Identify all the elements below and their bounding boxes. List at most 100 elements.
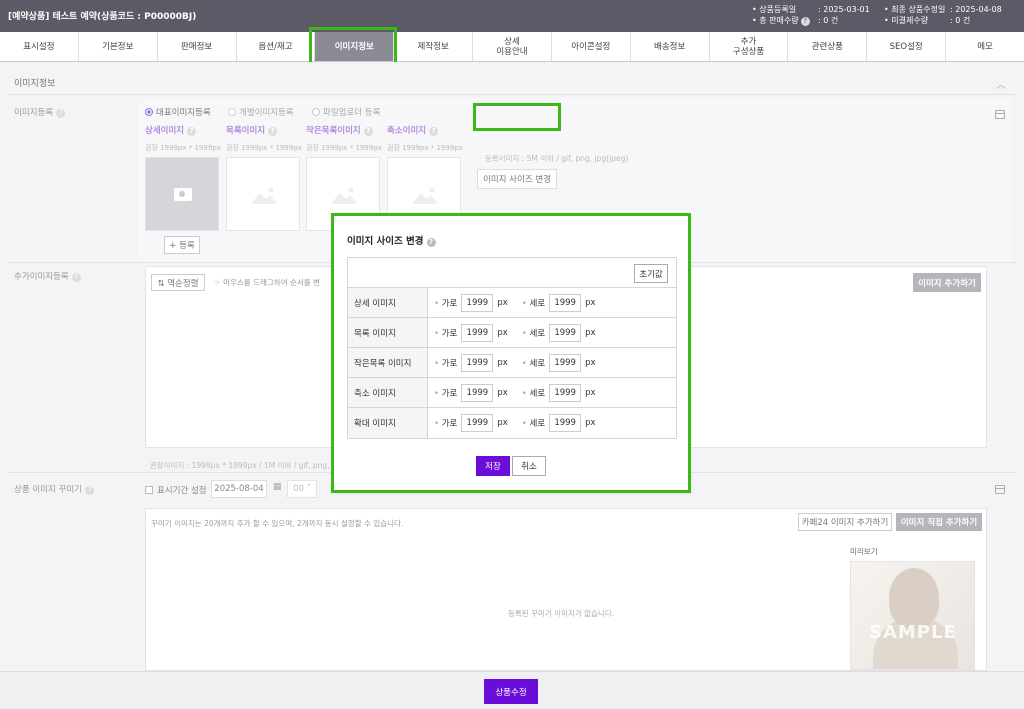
tab-icon[interactable]: 아이콘설정 <box>552 32 631 61</box>
image-size-hint: 권장 1999px * 1999px <box>226 144 302 152</box>
help-icon[interactable]: ? <box>800 17 810 26</box>
tab-memo[interactable]: 메모 <box>946 32 1024 61</box>
size-table: 초기값 상세 이미지 가로 px 세로 px 목록 이미지 가로 px 세로 px 작은… <box>347 257 677 439</box>
height-input[interactable] <box>549 414 582 432</box>
radio-file-uploader[interactable]: 파일업로더 등록 <box>312 106 380 118</box>
radio-dot <box>145 108 153 116</box>
tab-display[interactable]: 표시설정 <box>0 32 79 61</box>
update-product-button[interactable]: 상품수정 <box>484 679 538 704</box>
unpaid-value: : 0 건 <box>950 16 971 25</box>
image-placeholder-icon <box>251 187 277 204</box>
unit-label: px <box>585 387 596 398</box>
last-modified-value: : 2025-04-08 <box>950 5 1002 14</box>
tab-shipping[interactable]: 배송정보 <box>631 32 710 61</box>
height-input[interactable] <box>549 323 582 342</box>
row-values: 가로 px 세로 px <box>428 318 676 347</box>
display-period-checkbox[interactable]: 표시기간 설정 <box>145 484 207 496</box>
help-icon[interactable]: ? <box>187 127 197 136</box>
add-image-button[interactable]: 이미지 추가하기 <box>913 273 981 292</box>
additional-image-note: · 권장이미지 : 1999px * 1999px / 1M 이하 / gif,… <box>145 461 344 470</box>
unit-label: px <box>497 327 508 338</box>
drag-note: ☞ 마우스를 드래그하여 순서를 변 <box>214 278 320 287</box>
width-input[interactable] <box>461 293 494 312</box>
height-input[interactable] <box>549 293 582 312</box>
tab-production[interactable]: 제작정보 <box>394 32 474 61</box>
tab-highlight <box>309 27 397 67</box>
radio-main-image[interactable]: 대표이미지등록 <box>145 106 211 118</box>
tab-addon-products[interactable]: 추가 구성상품 <box>710 32 789 61</box>
tab-related[interactable]: 관련상품 <box>788 32 868 61</box>
unit-label: px <box>497 387 508 398</box>
unpaid-label: 미결제수량 <box>884 15 950 26</box>
calendar-icon[interactable]: ▦ <box>273 482 282 492</box>
register-button[interactable]: + 등록 <box>164 236 200 254</box>
image-register-label: 이미지등록? <box>14 106 66 118</box>
hour-select[interactable]: 00 ˅ <box>287 480 317 498</box>
help-icon[interactable]: ? <box>56 109 66 118</box>
help-icon[interactable]: ? <box>363 127 373 136</box>
image-size-hint: 권장 1999px * 1999px <box>306 144 382 152</box>
figure-head <box>889 568 939 628</box>
reset-button[interactable]: 초기값 <box>634 264 668 283</box>
height-input[interactable] <box>549 353 582 372</box>
width-input[interactable] <box>461 383 494 402</box>
unit-label: px <box>497 357 508 368</box>
row-label: 목록 이미지 <box>348 318 428 347</box>
list-image-slot[interactable] <box>226 157 300 231</box>
help-icon[interactable]: ? <box>84 486 94 495</box>
table-row: 작은목록 이미지 가로 px 세로 px <box>348 348 676 378</box>
image-resize-button[interactable]: 이미지 사이즈 변경 <box>477 169 557 189</box>
table-row: 축소 이미지 가로 px 세로 px <box>348 378 676 408</box>
tab-sales[interactable]: 판매정보 <box>158 32 237 61</box>
row-label: 작은목록 이미지 <box>348 348 428 377</box>
row-values: 가로 px 세로 px <box>428 288 676 317</box>
height-label: 세로 <box>522 387 546 399</box>
reverse-sort-button[interactable]: ⇅ 역순정렬 <box>151 274 205 291</box>
main-image-slot[interactable] <box>145 157 219 231</box>
tab-options[interactable]: 옵션/재고 <box>237 32 316 61</box>
empty-note: 등록된 꾸미기 이미지가 없습니다. <box>508 609 615 618</box>
footer-bar: 상품수정 <box>0 671 1024 709</box>
tab-seo[interactable]: SEO설정 <box>867 32 947 61</box>
trash-icon[interactable] <box>995 110 1005 119</box>
cancel-button[interactable]: 취소 <box>512 456 546 476</box>
meta-left: 상품등록일: 2025-03-01 총 판매수량?: 0 건 <box>752 4 870 26</box>
cafe24-image-button[interactable]: 카페24 이미지 추가하기 <box>798 513 892 531</box>
upload-note: · 등록이미지 : 5M 이하 / gif, png, jpg(jpeg) <box>480 154 629 163</box>
divider <box>8 94 1016 95</box>
width-input[interactable] <box>461 414 494 432</box>
width-input[interactable] <box>461 323 494 342</box>
radio-individual-image[interactable]: 개별이미지등록 <box>228 106 294 118</box>
table-row: 목록 이미지 가로 px 세로 px <box>348 318 676 348</box>
width-label: 가로 <box>434 327 458 339</box>
help-icon[interactable]: ? <box>426 238 436 247</box>
unit-label: px <box>585 418 596 428</box>
decorate-label: 상품 이미지 꾸미기? <box>14 483 94 495</box>
top-header: [예약상품] 테스트 예약(상품코드 : P00000BJ) 상품등록일: 20… <box>0 0 1024 32</box>
checkbox[interactable] <box>145 486 153 494</box>
table-row: 확대 이미지 가로 px 세로 px <box>348 408 676 438</box>
row-values: 가로 px 세로 px <box>428 348 676 377</box>
collapse-icon[interactable]: ︿ <box>996 76 1006 91</box>
image-size-hint: 권장 1999px * 1999px <box>387 144 463 152</box>
tab-detail-guide[interactable]: 상세 이용안내 <box>473 32 552 61</box>
last-modified-label: 최종 상품수정일 <box>884 4 950 15</box>
additional-image-label: 추가이미지등록? <box>14 270 81 282</box>
help-icon[interactable]: ? <box>268 127 278 136</box>
save-button[interactable]: 저장 <box>476 456 510 476</box>
trash-icon[interactable] <box>995 485 1005 494</box>
table-row: 상세 이미지 가로 px 세로 px <box>348 288 676 318</box>
tab-basic[interactable]: 기본정보 <box>79 32 158 61</box>
image-placeholder-icon <box>412 187 438 204</box>
help-icon[interactable]: ? <box>71 273 81 282</box>
help-icon[interactable]: ? <box>429 127 439 136</box>
image-placeholder-icon <box>331 187 357 204</box>
width-label: 가로 <box>434 297 458 309</box>
height-input[interactable] <box>549 383 582 402</box>
date-input[interactable]: 2025-08-04 <box>211 480 267 498</box>
height-label: 세로 <box>522 417 546 429</box>
width-input[interactable] <box>461 353 494 372</box>
row-label: 상세 이미지 <box>348 288 428 317</box>
preview-label: 미리보기 <box>850 547 878 556</box>
direct-image-button[interactable]: 이미지 직접 추가하기 <box>896 513 982 531</box>
